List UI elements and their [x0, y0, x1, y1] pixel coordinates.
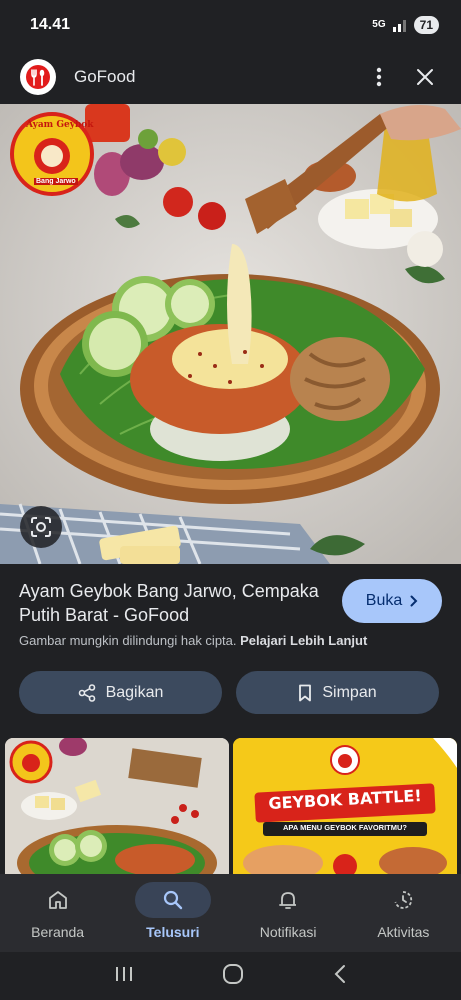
nav-search[interactable]: Telusuri: [115, 874, 230, 952]
signal-icon: [392, 20, 406, 32]
nav-search-icon-wrap: [134, 882, 211, 918]
nav-activity-icon-wrap: [365, 882, 441, 918]
more-options-button[interactable]: [363, 61, 395, 93]
hero-logo-subtext: Bang Jarwo: [34, 178, 78, 185]
save-label: Simpan: [322, 683, 377, 701]
nav-notifications-label: Notifikasi: [259, 924, 317, 940]
copyright-notice: Gambar mungkin dilindungi hak cipta. Pel…: [19, 633, 367, 648]
related-image-2[interactable]: GEYBOK BATTLE! APA MENU GEYBOK FAVORITMU…: [233, 738, 457, 874]
status-icons: 5G 71: [372, 16, 439, 34]
search-icon: [163, 890, 183, 910]
nav-activity-label: Aktivitas: [377, 924, 430, 940]
gofood-logo: [20, 59, 56, 95]
lens-icon: [31, 517, 51, 537]
related-food-photo: [5, 738, 229, 874]
activity-icon: [395, 891, 413, 909]
save-button[interactable]: Simpan: [236, 671, 439, 714]
battery-badge: 71: [413, 16, 439, 34]
nav-home-label: Beranda: [31, 924, 85, 940]
nav-search-label: Telusuri: [146, 924, 200, 940]
close-button[interactable]: [409, 61, 441, 93]
open-label: Buka: [365, 592, 403, 609]
bookmark-icon: [299, 684, 312, 701]
share-label: Bagikan: [105, 683, 164, 701]
recent-apps-icon: [116, 966, 133, 981]
share-button[interactable]: Bagikan: [19, 671, 222, 714]
recent-apps-button[interactable]: [114, 965, 134, 988]
network-badge: 5G: [372, 19, 386, 30]
related-image-1[interactable]: [5, 738, 229, 874]
open-button[interactable]: Buka: [342, 579, 442, 623]
home-icon: [48, 891, 67, 909]
home-button[interactable]: [222, 963, 244, 990]
status-bar: 14.41 5G 71: [0, 0, 461, 50]
nav-notifications[interactable]: Notifikasi: [231, 874, 346, 952]
close-icon: [417, 69, 433, 85]
share-icon: [78, 683, 95, 702]
learn-more-link[interactable]: Pelajari Lebih Lanjut: [240, 633, 367, 648]
result-image[interactable]: Ayam Geybok Bang Jarwo: [0, 104, 461, 564]
food-photo: [0, 104, 461, 564]
app-title: GoFood: [74, 67, 136, 86]
back-icon: [334, 964, 345, 983]
status-time: 14.41: [30, 16, 71, 33]
bottom-navigation: Beranda Telusuri Notifikasi Aktivitas: [0, 874, 461, 952]
bell-icon: [279, 892, 297, 909]
home-circle-icon: [223, 963, 244, 984]
nav-notifications-icon-wrap: [250, 882, 326, 918]
copyright-text: Gambar mungkin dilindungi hak cipta.: [19, 633, 237, 648]
nav-activity[interactable]: Aktivitas: [346, 874, 461, 952]
chevron-right-icon: [410, 595, 418, 607]
poster-subtitle-text: APA MENU GEYBOK FAVORITMU?: [282, 823, 408, 832]
back-button[interactable]: [333, 964, 347, 989]
nav-home[interactable]: Beranda: [0, 874, 115, 952]
result-info: Ayam Geybok Bang Jarwo, Cempaka Putih Ba…: [0, 564, 461, 874]
fork-spoon-icon: [26, 65, 50, 89]
system-navigation-bar: [0, 952, 461, 1000]
more-vert-icon: [376, 67, 382, 87]
nav-home-icon-wrap: [20, 882, 96, 918]
app-header: GoFood: [0, 50, 461, 104]
lens-search-button[interactable]: [20, 506, 62, 548]
result-title[interactable]: Ayam Geybok Bang Jarwo, Cempaka Putih Ba…: [19, 579, 319, 627]
hero-logo-text: Ayam Geybok: [26, 120, 94, 130]
